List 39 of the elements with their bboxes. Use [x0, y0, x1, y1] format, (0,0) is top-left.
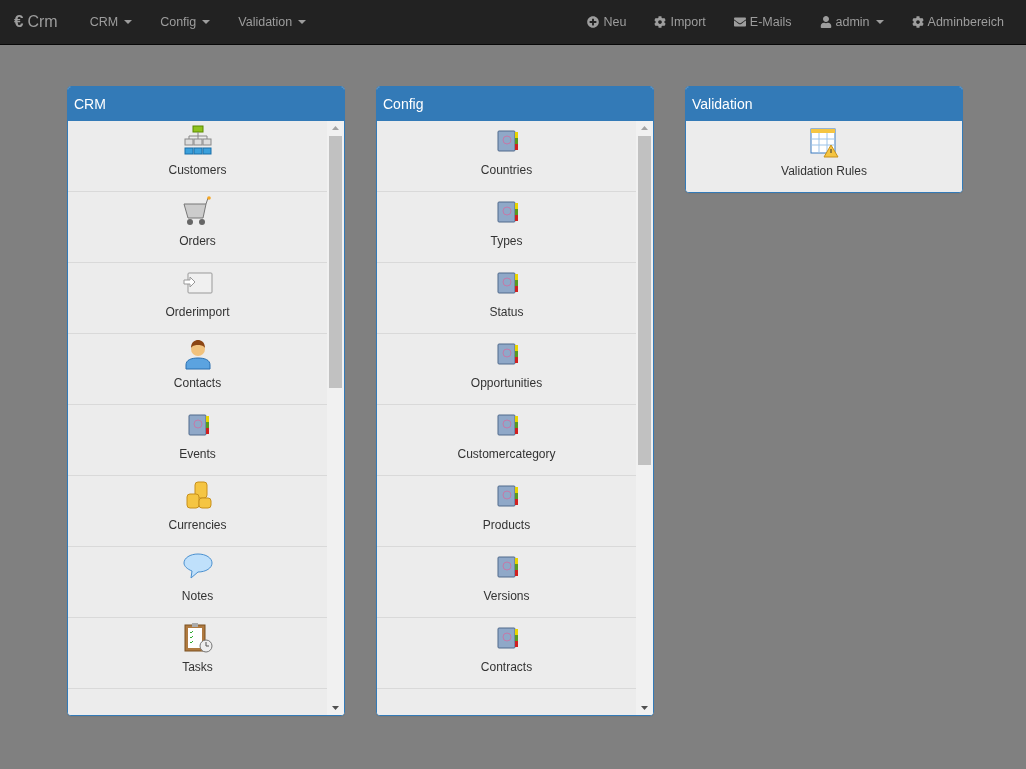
table-warning-icon — [808, 126, 840, 158]
panel-item[interactable]: Orderimport — [68, 263, 327, 334]
panel-item[interactable]: Contacts — [68, 334, 327, 405]
gear-icon — [654, 16, 667, 28]
nav-link[interactable]: Import — [640, 15, 720, 29]
panel-item[interactable]: Currencies — [68, 476, 327, 547]
panel-item[interactable]: Products — [377, 476, 636, 547]
panel-title: Config — [377, 87, 653, 121]
menu-dropdown[interactable]: CRM — [75, 15, 147, 29]
brand-link[interactable]: € Crm — [14, 12, 62, 32]
panel-item[interactable]: Versions — [377, 547, 636, 618]
panel-item[interactable]: Tasks — [68, 618, 327, 689]
nav-link[interactable]: Neu — [573, 15, 641, 29]
panel-item[interactable]: Countries — [377, 121, 636, 192]
panel-item[interactable]: Orders — [68, 192, 327, 263]
org-chart-icon — [181, 125, 214, 157]
nav-link[interactable]: E-Mails — [719, 15, 806, 29]
gear-icon — [911, 16, 924, 28]
panel-item[interactable]: Events — [68, 405, 327, 476]
panel-item[interactable]: Notes — [68, 547, 327, 618]
panel-item[interactable]: Customercategory — [377, 405, 636, 476]
envelope-icon — [733, 16, 746, 28]
scrollbar[interactable] — [327, 121, 344, 715]
panel-title: Validation — [686, 87, 962, 121]
menu-dropdown[interactable]: Validation — [224, 15, 321, 29]
panel-item[interactable]: Status — [377, 263, 636, 334]
menu-dropdown[interactable]: Config — [146, 15, 225, 29]
clipboard-clock-icon — [181, 622, 214, 654]
cart-icon — [181, 196, 214, 228]
nav-link[interactable]: admin — [805, 15, 898, 29]
panel-item[interactable]: Opportunities — [377, 334, 636, 405]
panel-item[interactable]: Types — [377, 192, 636, 263]
panel-item[interactable]: Contracts — [377, 618, 636, 689]
nav-link[interactable]: Adminbereich — [897, 15, 1018, 29]
panel-title: CRM — [68, 87, 344, 121]
panel-item[interactable]: Customers — [68, 121, 327, 192]
scrollbar[interactable] — [636, 121, 653, 715]
user-icon — [819, 16, 832, 28]
panel-item[interactable]: Validation Rules — [686, 121, 962, 192]
